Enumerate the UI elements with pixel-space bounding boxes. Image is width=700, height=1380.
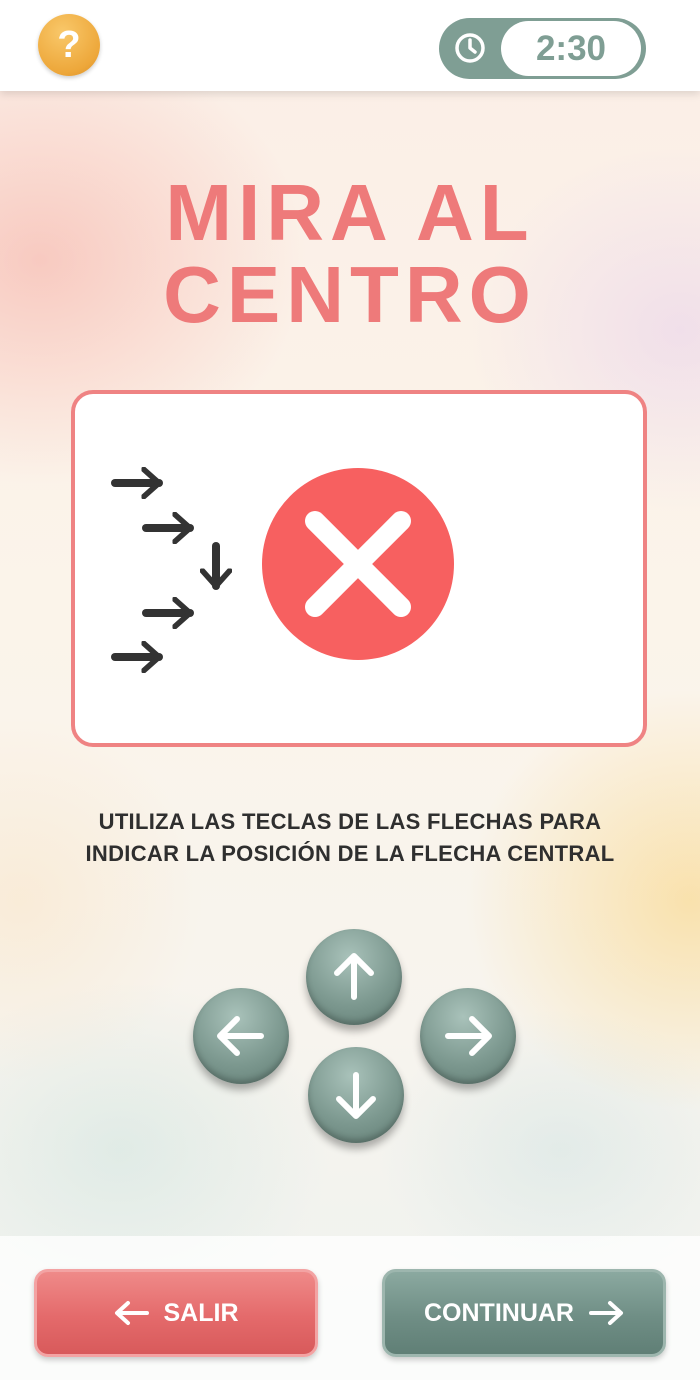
help-button[interactable]: ?: [38, 14, 100, 76]
title-line-2: CENTRO: [163, 250, 537, 339]
instructions: UTILIZA LAS TECLAS DE LAS FLECHAS PARA I…: [30, 806, 670, 870]
instructions-line-1: UTILIZA LAS TECLAS DE LAS FLECHAS PARA: [98, 809, 602, 834]
arrow-sequence: [111, 483, 216, 657]
arrow-right-key[interactable]: [420, 988, 516, 1084]
clock-icon: [455, 33, 485, 63]
example-card: [71, 390, 647, 747]
arrow-down-icon: [336, 1072, 376, 1119]
timer-value: 2:30: [501, 21, 641, 76]
arrow-left-icon: [217, 1016, 264, 1056]
arrow-right-icon: [589, 1301, 623, 1325]
continue-button-label: CONTINUAR: [424, 1298, 574, 1327]
instructions-line-2: INDICAR LA POSICIÓN DE LA FLECHA CENTRAL: [85, 841, 615, 866]
exit-button-label: SALIR: [163, 1298, 239, 1327]
continue-button[interactable]: CONTINUAR: [382, 1269, 666, 1357]
arrow-left-key[interactable]: [193, 988, 289, 1084]
arrow-down-key[interactable]: [308, 1047, 404, 1143]
question-mark-icon: ?: [57, 23, 81, 66]
page-title: MIRA AL CENTRO: [0, 172, 700, 336]
timer: 2:30: [439, 18, 646, 79]
top-bar: ? 2:30: [0, 0, 700, 91]
title-line-1: MIRA AL: [165, 168, 535, 257]
arrow-left-icon: [114, 1301, 149, 1325]
example-illustration: [111, 394, 454, 743]
arrow-up-key[interactable]: [306, 929, 402, 1025]
exit-button[interactable]: SALIR: [34, 1269, 318, 1357]
x-mark-icon: [262, 468, 454, 660]
arrow-up-icon: [334, 953, 374, 1000]
arrow-right-icon: [445, 1016, 492, 1056]
